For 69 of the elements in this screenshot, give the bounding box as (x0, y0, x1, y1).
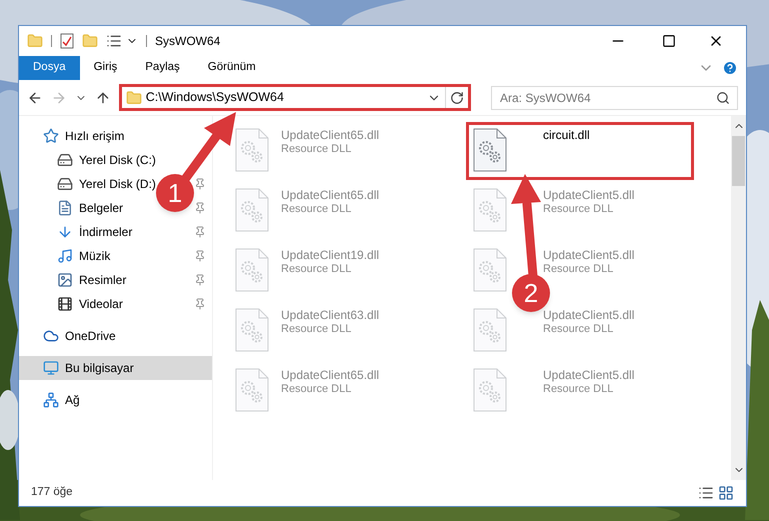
nav-item[interactable]: OneDrive (43, 324, 116, 348)
download-icon (57, 224, 73, 240)
dll-file-icon (473, 128, 507, 172)
properties-icon[interactable] (60, 33, 74, 49)
dll-file-icon (473, 248, 507, 292)
dll-file-icon (235, 308, 269, 352)
drive-icon (57, 152, 73, 168)
window-title: SysWOW64 (155, 33, 220, 50)
pin-icon[interactable] (194, 202, 206, 214)
view-options-icon[interactable] (106, 33, 122, 49)
ribbon-tab[interactable]: Dosya (19, 56, 80, 80)
nav-item[interactable]: Müzik (57, 244, 110, 268)
file-type: Resource DLL (281, 263, 352, 277)
dll-file-icon (473, 188, 507, 232)
dll-file-icon (473, 368, 507, 412)
file-type: Resource DLL (543, 263, 614, 277)
dll-file-icon (235, 368, 269, 412)
maximize-button[interactable] (662, 34, 676, 48)
scrollbar-thumb[interactable] (732, 136, 745, 186)
up-icon[interactable] (94, 90, 111, 106)
nav-item[interactable]: Videolar (57, 292, 123, 316)
monitor-icon (43, 360, 59, 376)
music-note-icon (57, 248, 73, 264)
dll-file-icon (235, 188, 269, 232)
file-type: Resource DLL (281, 143, 352, 157)
ribbon-tab[interactable]: Giriş (80, 56, 132, 80)
file-name[interactable]: circuit.dll (543, 128, 590, 143)
star-icon (43, 128, 59, 144)
file-type: Resource DLL (543, 383, 614, 397)
address-field[interactable]: C:\Windows\SysWOW64 (118, 84, 472, 111)
dll-file-icon (235, 128, 269, 172)
pin-icon[interactable] (194, 250, 206, 262)
details-view-icon[interactable] (698, 485, 714, 501)
file-type: Resource DLL (281, 323, 352, 337)
scrollbar[interactable] (731, 116, 746, 480)
nav-item[interactable]: Bu bilgisayar (19, 356, 212, 380)
help-icon[interactable] (722, 60, 738, 76)
refresh-icon[interactable] (450, 90, 464, 104)
pin-icon[interactable] (194, 178, 206, 190)
file-type: Resource DLL (281, 203, 352, 217)
dll-file-icon (235, 248, 269, 292)
folder-icon (126, 90, 142, 106)
search-field[interactable]: Ara: SysWOW64 (491, 86, 738, 110)
large-icons-view-icon[interactable] (718, 485, 734, 501)
file-type: Resource DLL (543, 203, 614, 217)
nav-item[interactable]: Yerel Disk (C:) (57, 148, 156, 172)
nav-item[interactable]: Ağ (43, 388, 80, 412)
document-icon (57, 200, 73, 216)
pin-icon[interactable] (194, 298, 206, 310)
pin-icon[interactable] (194, 226, 206, 238)
picture-icon (57, 272, 73, 288)
network-icon (43, 392, 59, 408)
film-icon (57, 296, 73, 312)
nav-item[interactable]: Yerel Disk (D:) (57, 172, 156, 196)
nav-item[interactable]: Resimler (57, 268, 126, 292)
ribbon-tab[interactable]: Görünüm (194, 56, 270, 80)
file-type: Resource DLL (543, 323, 614, 337)
nav-item[interactable]: İndirmeler (57, 220, 132, 244)
file-type: Resource DLL (281, 383, 352, 397)
nav-item[interactable]: Hızlı erişim (43, 124, 124, 148)
drive-icon (57, 176, 73, 192)
ribbon-tab[interactable]: Paylaş (131, 56, 194, 80)
pin-icon[interactable] (194, 274, 206, 286)
dll-file-icon (473, 308, 507, 352)
item-count: 177 öğe (31, 485, 73, 500)
search-icon[interactable] (716, 90, 730, 104)
nav-item[interactable]: Belgeler (57, 196, 124, 220)
back-icon[interactable] (27, 90, 43, 106)
cloud-icon (43, 328, 59, 344)
